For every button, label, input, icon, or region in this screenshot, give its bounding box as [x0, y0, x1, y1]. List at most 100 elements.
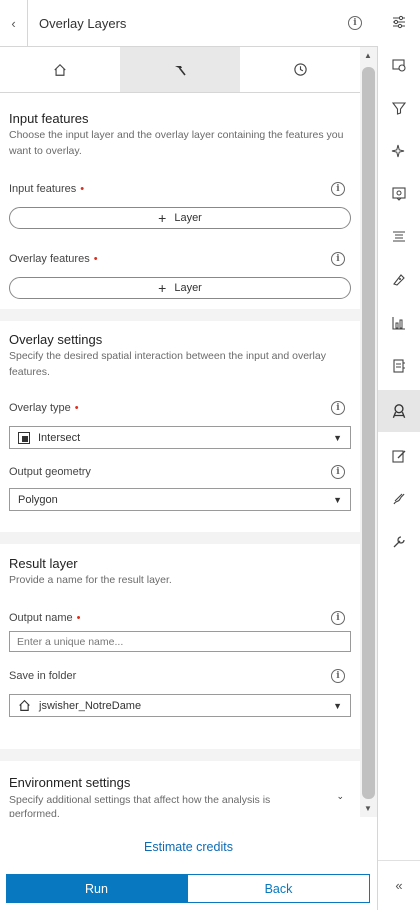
panel-tabs [0, 47, 360, 93]
sliders-icon [393, 15, 405, 29]
rail-item-layers[interactable] [378, 46, 420, 84]
overlay-settings-section: Overlay settings Specify the desired spa… [0, 321, 360, 532]
config-popup-icon [392, 187, 406, 201]
rail-item-popups[interactable] [378, 175, 420, 213]
section-description: Specify the desired spatial interaction … [9, 350, 326, 378]
required-indicator: • [93, 253, 98, 265]
home-icon [19, 699, 30, 711]
layer-button-label: Layer [174, 282, 202, 294]
analysis-icon [392, 404, 406, 419]
overlay-type-select[interactable]: Intersect ▼ [9, 426, 351, 449]
save-folder-value: jswisher_NotreDame [39, 699, 142, 712]
edit-icon [392, 450, 406, 463]
charts-icon [392, 317, 405, 330]
estimate-credits-link[interactable]: Estimate credits [0, 840, 377, 854]
environment-settings-section[interactable]: Environment settings Specify additional … [0, 761, 360, 817]
section-title: Overlay settings [9, 332, 103, 347]
home-icon [54, 63, 66, 76]
chevron-down-icon: ▼ [333, 700, 342, 711]
map-layers-icon [392, 59, 406, 72]
required-indicator: • [74, 402, 79, 414]
table-icon [393, 359, 405, 373]
rail-item-filter[interactable] [378, 89, 420, 127]
section-description: Choose the input layer and the overlay l… [9, 129, 344, 157]
overlay-type-label: Overlay type [9, 402, 71, 414]
rail-item-table[interactable] [378, 347, 420, 385]
output-name-label: Output name [9, 612, 73, 624]
input-features-section: Input features Choose the input layer an… [0, 93, 360, 309]
add-input-layer-button[interactable]: + Layer [9, 207, 351, 229]
rail-item-fields[interactable] [378, 218, 420, 256]
scroll-down-arrow[interactable]: ▼ [364, 804, 372, 813]
scrollbar-thumb[interactable] [362, 67, 375, 799]
rail-item-styles[interactable] [378, 261, 420, 299]
wrench-icon [393, 536, 405, 548]
rail-item-analysis[interactable] [378, 390, 420, 432]
info-icon[interactable]: i [331, 611, 345, 625]
back-button[interactable]: Back [187, 874, 370, 903]
layer-button-label: Layer [174, 212, 202, 224]
panel-scrollbar[interactable]: ▲ ▼ [360, 47, 377, 817]
analysis-panel: ‹ Overlay Layers i Input features Choose… [0, 0, 378, 910]
required-indicator: • [76, 612, 81, 624]
overlay-features-label: Overlay features [9, 253, 90, 265]
tab-history[interactable] [240, 47, 360, 92]
rail-item-charts[interactable] [378, 304, 420, 342]
info-icon[interactable]: i [331, 252, 345, 266]
section-title: Environment settings [9, 775, 131, 790]
sketch-icon [393, 493, 405, 505]
output-name-label-row: Output name • i [9, 609, 351, 627]
add-overlay-layer-button[interactable]: + Layer [9, 277, 351, 299]
fields-icon [393, 231, 405, 242]
chevron-left-icon: ‹ [11, 15, 16, 31]
save-folder-select[interactable]: jswisher_NotreDame ▼ [9, 694, 351, 717]
input-features-label-row: Input features • i [9, 180, 351, 198]
input-features-label: Input features [9, 183, 77, 195]
overlay-features-label-row: Overlay features • i [9, 250, 351, 268]
section-title: Input features [9, 111, 89, 126]
overlay-type-label-row: Overlay type • i [9, 399, 351, 417]
filter-icon [391, 102, 407, 115]
panel-footer: Estimate credits Run Back [0, 817, 377, 910]
sparkle-icon [391, 144, 405, 158]
required-indicator: • [80, 183, 85, 195]
result-layer-section: Result layer Provide a name for the resu… [0, 544, 360, 749]
rail-item-properties[interactable] [378, 3, 420, 41]
save-in-folder-label: Save in folder [9, 670, 77, 682]
rail-item-sketch[interactable] [378, 480, 420, 518]
info-icon[interactable]: i [331, 669, 345, 683]
rail-item-edit[interactable] [378, 437, 420, 475]
output-geometry-value: Polygon [18, 493, 58, 506]
panel-header: ‹ Overlay Layers i [0, 0, 378, 47]
info-icon[interactable]: i [331, 182, 345, 196]
output-name-input[interactable]: Enter a unique name... [9, 631, 351, 652]
panel-title: Overlay Layers [39, 15, 127, 31]
output-geometry-select[interactable]: Polygon ▼ [9, 488, 351, 511]
right-action-rail: « [378, 0, 420, 910]
collapse-rail-button[interactable]: « [378, 860, 420, 910]
section-description: Provide a name for the result layer. [9, 574, 172, 586]
rail-item-effects[interactable] [378, 132, 420, 170]
run-button[interactable]: Run [6, 874, 187, 903]
panel-scroll-content: Input features Choose the input layer an… [0, 93, 360, 817]
chevron-down-icon[interactable]: ⌄ [336, 791, 344, 802]
chevron-down-icon: ▼ [333, 432, 342, 443]
overlay-type-value: Intersect [38, 431, 81, 444]
back-chevron-button[interactable]: ‹ [0, 0, 28, 47]
footer-buttons: Run Back [6, 874, 370, 903]
info-button[interactable]: i [346, 16, 364, 30]
double-chevron-left-icon: « [395, 878, 403, 893]
scroll-up-arrow[interactable]: ▲ [364, 51, 372, 60]
info-icon[interactable]: i [331, 401, 345, 415]
intersect-icon [18, 431, 30, 444]
tab-tools[interactable] [120, 47, 240, 92]
rail-item-tools[interactable] [378, 523, 420, 561]
section-description: Specify additional settings that affect … [9, 794, 271, 817]
chevron-down-icon: ▼ [333, 494, 342, 505]
plus-icon: + [158, 210, 167, 226]
tab-home[interactable] [0, 47, 120, 92]
output-name-placeholder: Enter a unique name... [17, 635, 124, 648]
output-geometry-label-row: Output geometry i [9, 463, 351, 481]
info-icon[interactable]: i [331, 465, 345, 479]
info-icon: i [348, 16, 362, 30]
